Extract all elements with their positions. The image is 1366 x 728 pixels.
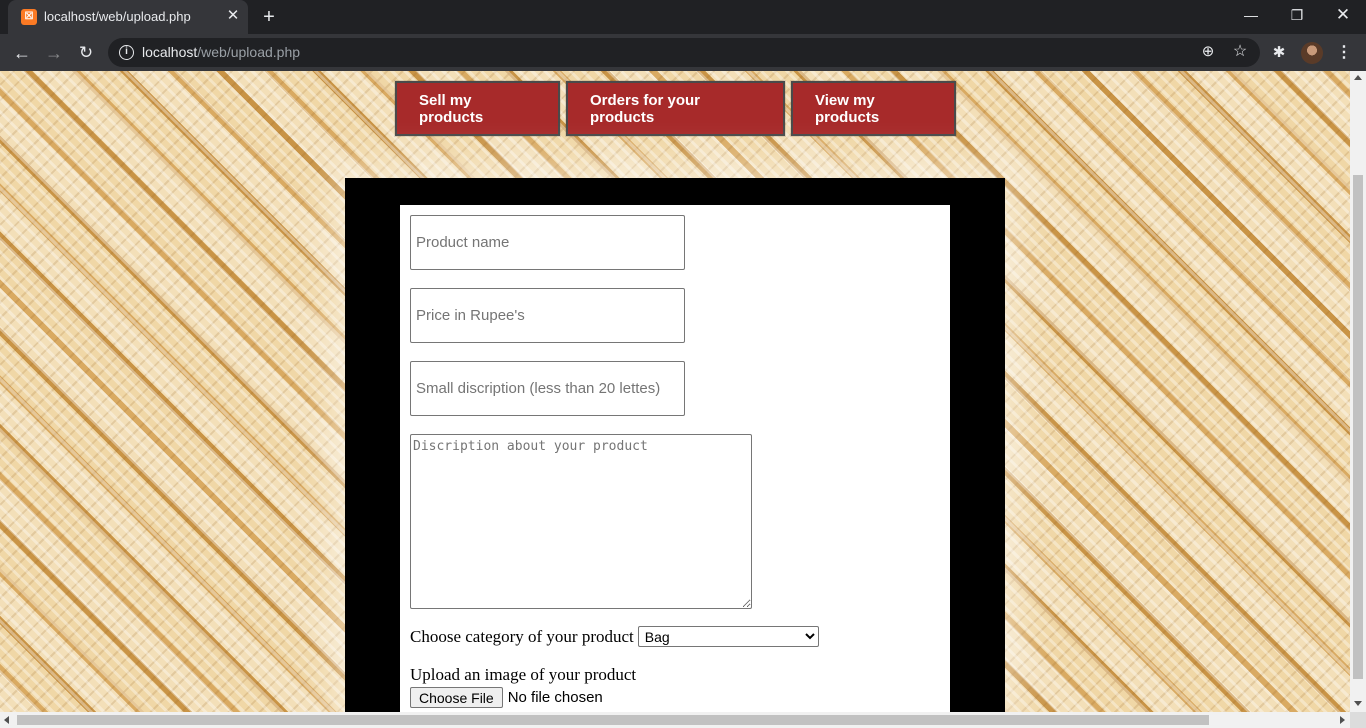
scroll-right-arrow-icon[interactable]	[1340, 716, 1345, 724]
profile-avatar[interactable]	[1301, 42, 1323, 64]
new-tab-icon[interactable]: +	[258, 6, 280, 28]
xampp-favicon-icon: ☒	[21, 9, 37, 25]
vertical-scrollbar[interactable]	[1350, 71, 1366, 712]
category-row: Choose category of your product Bag	[410, 626, 819, 647]
forward-arrow-icon[interactable]: →	[40, 39, 68, 67]
category-select[interactable]: Bag	[637, 626, 819, 647]
browser-tab[interactable]: ☒ localhost/web/upload.php ✕	[8, 0, 248, 34]
product-name-input[interactable]	[410, 215, 685, 270]
horizontal-scrollbar[interactable]	[0, 712, 1350, 728]
upload-form: Choose category of your product Bag Uplo…	[400, 205, 950, 712]
window-restore-icon[interactable]: ❐	[1274, 0, 1320, 30]
scroll-up-arrow-icon[interactable]	[1354, 75, 1362, 80]
bookmark-star-icon[interactable]: ☆	[1230, 42, 1250, 62]
horizontal-scroll-thumb[interactable]	[17, 715, 1209, 725]
choose-file-button[interactable]: Choose File	[410, 687, 503, 708]
tab-close-icon[interactable]: ✕	[224, 7, 242, 25]
extensions-puzzle-icon[interactable]: ✱	[1268, 42, 1290, 64]
view-products-button[interactable]: View my products	[791, 81, 956, 136]
site-info-icon[interactable]: i	[119, 45, 134, 60]
orders-button[interactable]: Orders for your products	[566, 81, 785, 136]
description-textarea[interactable]	[410, 434, 752, 609]
url-host: localhost	[142, 44, 198, 60]
page-viewport: Sell my products Orders for your product…	[0, 71, 1350, 712]
scroll-left-arrow-icon[interactable]	[4, 716, 9, 724]
small-description-input[interactable]	[410, 361, 685, 416]
page-nav: Sell my products Orders for your product…	[395, 81, 956, 136]
browser-toolbar: ← → ↻ i localhost/web/upload.php ⊕ ☆ ✱ ⋮	[0, 34, 1366, 71]
sell-products-button[interactable]: Sell my products	[395, 81, 560, 136]
file-upload-row: Choose File No file chosen	[410, 687, 603, 708]
reload-icon[interactable]: ↻	[72, 39, 100, 67]
address-url[interactable]: localhost/web/upload.php	[142, 44, 300, 60]
browser-tab-strip: ☒ localhost/web/upload.php ✕ + — ❐ ✕	[0, 0, 1366, 34]
form-frame: Choose category of your product Bag Uplo…	[345, 178, 1005, 712]
upload-label: Upload an image of your product	[410, 665, 637, 684]
scroll-down-arrow-icon[interactable]	[1354, 701, 1362, 706]
window-minimize-icon[interactable]: —	[1228, 0, 1274, 30]
back-arrow-icon[interactable]: ←	[8, 39, 36, 67]
window-close-icon[interactable]: ✕	[1320, 0, 1366, 30]
zoom-icon[interactable]: ⊕	[1198, 42, 1218, 62]
scrollbar-corner	[1350, 712, 1366, 728]
url-path: /web/upload.php	[197, 44, 301, 60]
tab-title: localhost/web/upload.php	[44, 9, 191, 24]
browser-menu-icon[interactable]: ⋮	[1334, 42, 1354, 64]
address-bar[interactable]: i localhost/web/upload.php ⊕ ☆	[108, 38, 1260, 67]
file-status-text: No file chosen	[507, 689, 603, 706]
vertical-scroll-thumb[interactable]	[1353, 175, 1363, 679]
price-input[interactable]	[410, 288, 685, 343]
category-label: Choose category of your product	[410, 626, 634, 646]
